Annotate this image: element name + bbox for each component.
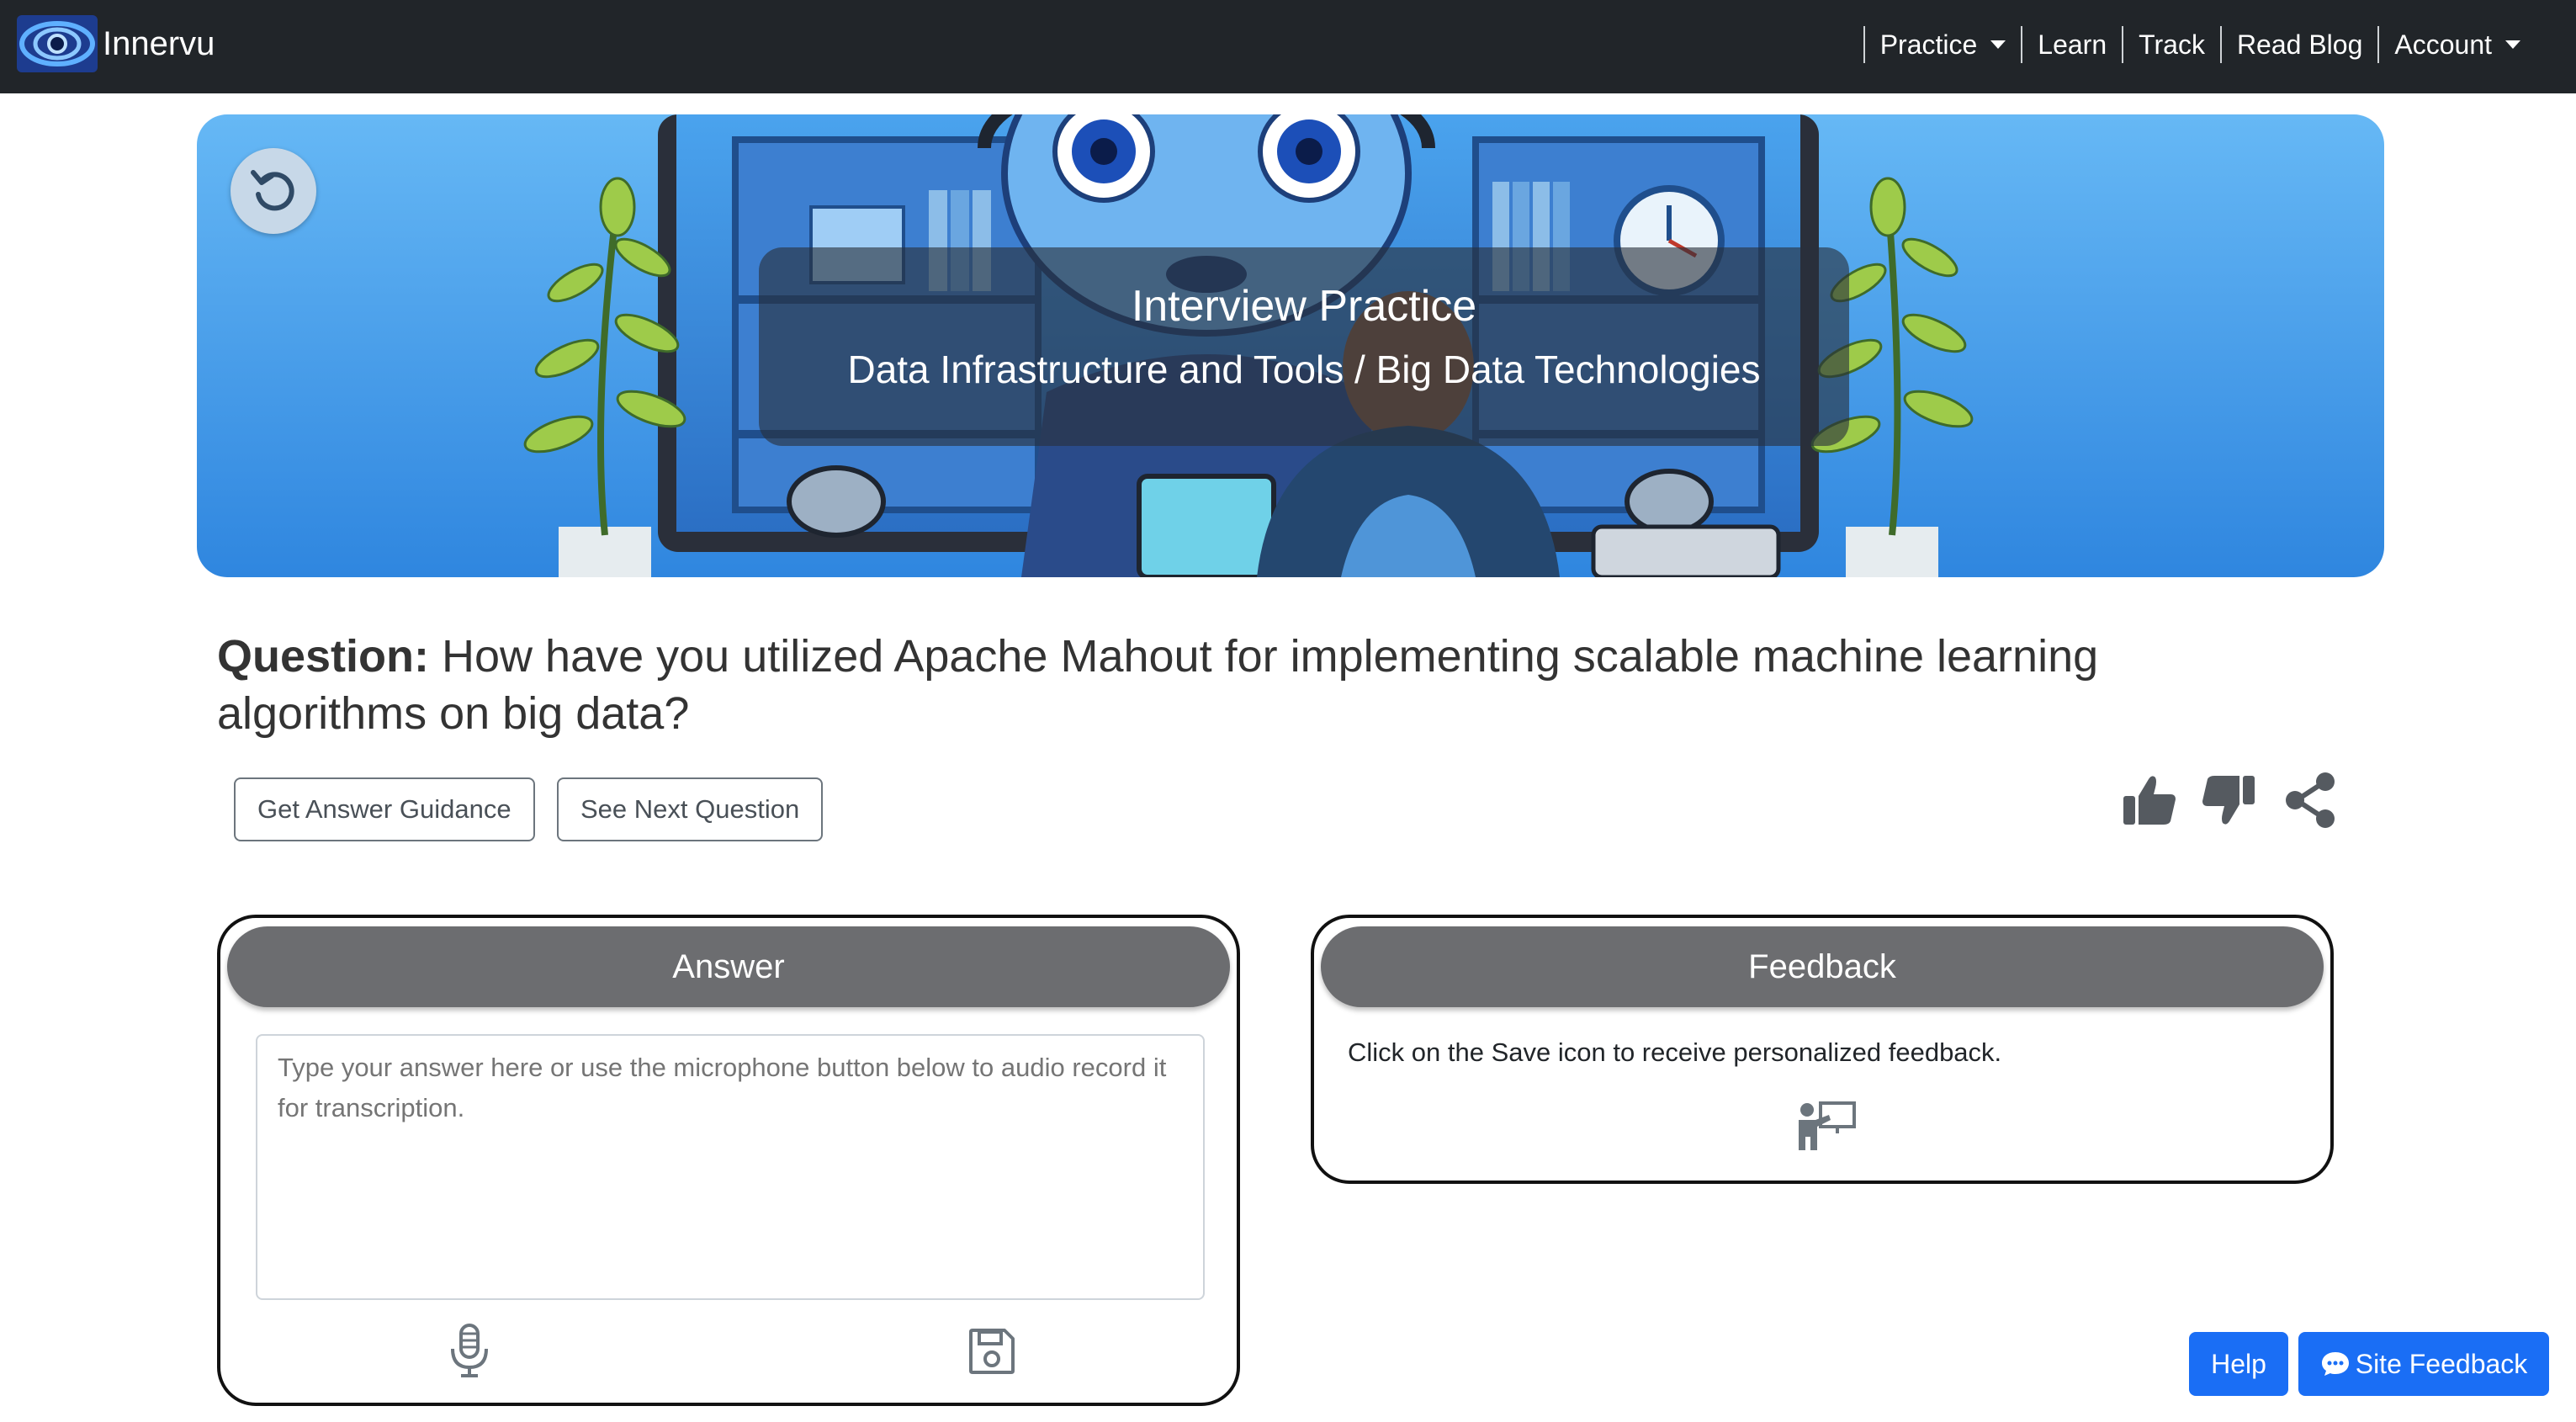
- brand-name: Innervu: [103, 24, 215, 62]
- feedback-card: Feedback Click on the Save icon to recei…: [1311, 915, 2334, 1184]
- answer-input[interactable]: [256, 1034, 1205, 1300]
- nav-learn[interactable]: Learn: [2021, 26, 2122, 63]
- help-button[interactable]: Help: [2189, 1332, 2288, 1396]
- caret-down-icon: [2505, 40, 2520, 49]
- hero-title: Interview Practice: [1131, 282, 1477, 331]
- main-nav: Practice Learn Track Read Blog Account: [1863, 24, 2536, 66]
- nav-track-label: Track: [2139, 29, 2205, 60]
- question-body: How have you utilized Apache Mahout for …: [217, 631, 2099, 739]
- reset-button[interactable]: [231, 148, 316, 234]
- eye-logo-icon: [17, 15, 98, 72]
- nav-practice-label: Practice: [1879, 29, 1978, 60]
- presenter-icon: [1799, 1101, 1856, 1150]
- answer-header: Answer: [227, 926, 1230, 1007]
- hero-banner: Interview Practice Data Infrastructure a…: [197, 114, 2384, 577]
- nav-read-blog[interactable]: Read Blog: [2219, 26, 2377, 63]
- save-icon[interactable]: [967, 1327, 1016, 1376]
- answer-card: Answer: [217, 915, 1240, 1406]
- nav-practice[interactable]: Practice: [1863, 26, 2022, 63]
- nav-account-label: Account: [2394, 29, 2492, 60]
- top-navbar: Innervu Practice Learn Track Read Blog A…: [0, 0, 2576, 93]
- question-text: Question: How have you utilized Apache M…: [217, 628, 2320, 742]
- brand[interactable]: Innervu: [17, 15, 215, 72]
- site-feedback-button[interactable]: Site Feedback: [2298, 1332, 2549, 1396]
- share-icon[interactable]: [2282, 771, 2340, 830]
- chat-icon: [2321, 1352, 2349, 1376]
- hero-subtitle: Data Infrastructure and Tools / Big Data…: [847, 348, 1761, 391]
- see-next-question-button[interactable]: See Next Question: [557, 777, 824, 841]
- nav-account[interactable]: Account: [2377, 26, 2536, 63]
- nav-read-blog-label: Read Blog: [2236, 29, 2363, 60]
- thumbs-up-icon[interactable]: [2120, 771, 2179, 830]
- thumbs-down-icon[interactable]: [2199, 771, 2258, 830]
- nav-learn-label: Learn: [2038, 29, 2107, 60]
- reset-icon: [251, 170, 294, 211]
- feedback-header: Feedback: [1321, 926, 2324, 1007]
- hero-overlay: Interview Practice Data Infrastructure a…: [759, 247, 1849, 446]
- microphone-icon[interactable]: [448, 1324, 491, 1379]
- get-answer-guidance-button[interactable]: Get Answer Guidance: [234, 777, 535, 841]
- nav-track[interactable]: Track: [2122, 26, 2220, 63]
- site-feedback-label: Site Feedback: [2355, 1348, 2528, 1379]
- question-label: Question:: [217, 631, 429, 682]
- caret-down-icon: [1990, 40, 2006, 49]
- feedback-text: Click on the Save icon to receive person…: [1348, 1037, 2002, 1067]
